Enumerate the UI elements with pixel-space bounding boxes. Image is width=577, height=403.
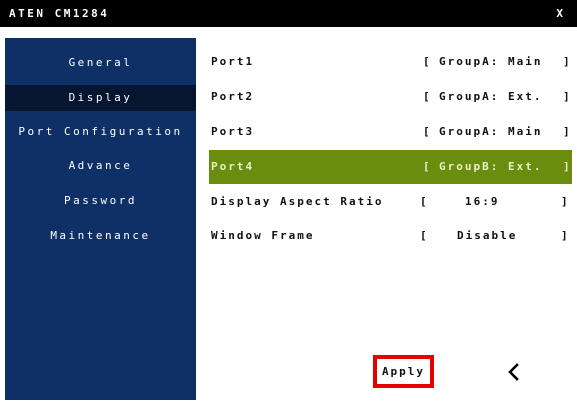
setting-row-port1[interactable]: Port1 [ GroupA: Main ] <box>209 45 572 79</box>
setting-value: GroupA: Main <box>439 125 543 138</box>
bracket-close: ] <box>563 90 572 103</box>
sidebar-item-port-configuration[interactable]: Port Configuration <box>5 119 196 145</box>
setting-label: Window Frame <box>211 229 315 242</box>
sidebar-item-display[interactable]: Display <box>5 85 196 111</box>
apply-button[interactable]: Apply <box>373 355 434 388</box>
setting-row-port4[interactable]: Port4 [ GroupB: Ext. ] <box>209 150 572 184</box>
bracket-open: [ <box>423 55 432 68</box>
close-button[interactable]: X <box>556 7 563 20</box>
settings-panel: Port1 [ GroupA: Main ] Port2 [ GroupA: E… <box>200 38 577 400</box>
sidebar-item-password[interactable]: Password <box>5 188 196 214</box>
window-title: ATEN CM1284 <box>9 7 110 20</box>
title-bar: ATEN CM1284 X <box>0 0 577 27</box>
setting-label: Port1 <box>211 55 255 68</box>
setting-row-display-aspect-ratio[interactable]: Display Aspect Ratio [ 16:9 ] <box>209 185 572 219</box>
setting-value: GroupB: Ext. <box>439 160 543 173</box>
setting-row-port3[interactable]: Port3 [ GroupA: Main ] <box>209 115 572 149</box>
bracket-open: [ <box>420 229 429 242</box>
setting-label: Port3 <box>211 125 255 138</box>
setting-row-port2[interactable]: Port2 [ GroupA: Ext. ] <box>209 80 572 114</box>
setting-value: GroupA: Main <box>439 55 543 68</box>
chevron-left-icon[interactable] <box>504 360 524 384</box>
setting-value: Disable <box>457 229 518 242</box>
setting-label: Port4 <box>211 160 255 173</box>
setting-row-window-frame[interactable]: Window Frame [ Disable ] <box>209 219 572 253</box>
setting-label: Display Aspect Ratio <box>211 195 384 208</box>
bracket-open: [ <box>423 90 432 103</box>
sidebar: General Display Port Configuration Advan… <box>5 38 196 400</box>
bracket-open: [ <box>420 195 429 208</box>
sidebar-item-general[interactable]: General <box>5 50 196 76</box>
sidebar-item-advance[interactable]: Advance <box>5 153 196 179</box>
bracket-close: ] <box>563 55 572 68</box>
sidebar-item-maintenance[interactable]: Maintenance <box>5 223 196 249</box>
bracket-open: [ <box>423 160 432 173</box>
bracket-close: ] <box>561 195 570 208</box>
setting-label: Port2 <box>211 90 255 103</box>
bracket-close: ] <box>561 229 570 242</box>
bracket-close: ] <box>563 160 572 173</box>
bracket-open: [ <box>423 125 432 138</box>
setting-value: GroupA: Ext. <box>439 90 543 103</box>
bracket-close: ] <box>563 125 572 138</box>
setting-value: 16:9 <box>465 195 500 208</box>
